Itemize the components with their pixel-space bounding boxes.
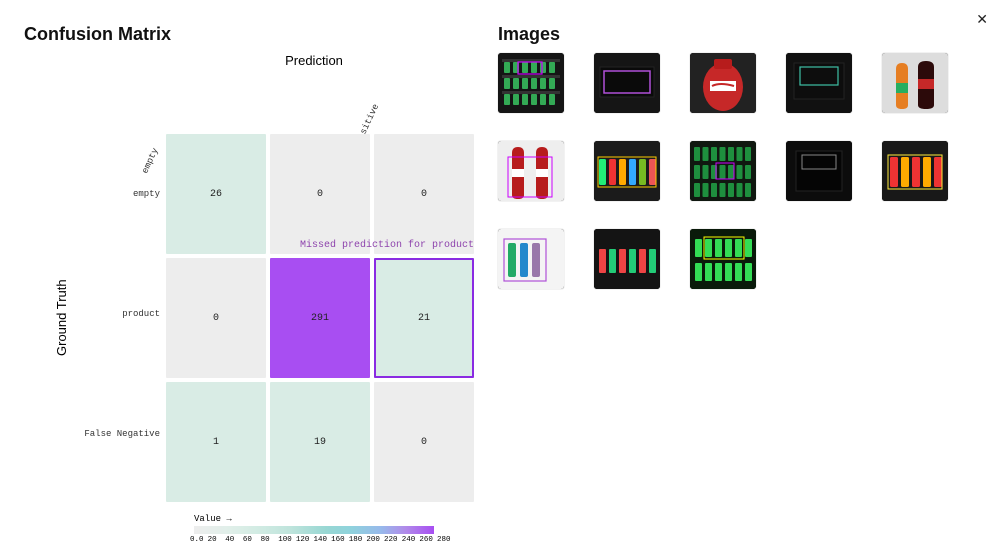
image-thumb[interactable]: [882, 141, 948, 201]
cm-column-headers: empty product False Positive: [174, 74, 474, 134]
legend-bar: [194, 526, 434, 534]
image-thumb[interactable]: [690, 229, 756, 289]
legend-tick: 280: [437, 536, 438, 544]
cm-grid: 2600029121Missed prediction for product1…: [166, 134, 474, 502]
prediction-axis-label: Prediction: [154, 53, 474, 68]
image-thumb[interactable]: [594, 141, 660, 201]
legend-tick: 80: [261, 536, 262, 544]
legend-tick: 120: [296, 536, 297, 544]
legend-tick: 260: [419, 536, 420, 544]
legend-tick: 0.0: [190, 536, 191, 544]
color-legend: Value → 0.020406080100120140160180200220…: [194, 514, 474, 544]
legend-title: Value →: [194, 514, 474, 524]
legend-tick: 40: [225, 536, 226, 544]
confusion-matrix: Prediction empty product False Positive …: [24, 53, 474, 544]
legend-tick: 100: [278, 536, 279, 544]
legend-tick: 60: [243, 536, 244, 544]
image-grid: [498, 53, 976, 289]
cm-cell[interactable]: 1: [166, 382, 266, 502]
image-thumb[interactable]: [690, 141, 756, 201]
cm-annotation: Missed prediction for product: [300, 240, 474, 251]
close-icon[interactable]: ✕: [976, 12, 988, 26]
image-thumb[interactable]: [498, 229, 564, 289]
image-thumb[interactable]: [594, 53, 660, 113]
main-layout: Confusion Matrix Prediction empty produc…: [0, 0, 1000, 549]
images-title: Images: [498, 24, 976, 45]
legend-tick: 220: [384, 536, 385, 544]
cm-row-headers: empty product False Negative: [74, 134, 166, 502]
legend-tick: 200: [366, 536, 367, 544]
legend-tick: 240: [402, 536, 403, 544]
confusion-matrix-panel: Confusion Matrix Prediction empty produc…: [24, 24, 474, 544]
cm-cell[interactable]: 0: [270, 134, 370, 254]
cm-cell[interactable]: 0: [166, 258, 266, 378]
image-thumb[interactable]: [786, 53, 852, 113]
cm-cell[interactable]: 291: [270, 258, 370, 378]
image-thumb[interactable]: [786, 141, 852, 201]
cm-row-header: product: [74, 254, 166, 374]
legend-tick: 20: [208, 536, 209, 544]
cm-row-header: False Negative: [74, 374, 166, 494]
image-thumb[interactable]: [498, 141, 564, 201]
legend-tick: 140: [313, 536, 314, 544]
cm-cell[interactable]: 21Missed prediction for product: [374, 258, 474, 378]
image-thumb[interactable]: [594, 229, 660, 289]
cm-cell[interactable]: 0: [374, 134, 474, 254]
image-thumb[interactable]: [690, 53, 756, 113]
image-thumb[interactable]: [498, 53, 564, 113]
legend-tick: 160: [331, 536, 332, 544]
images-panel: Images: [498, 24, 976, 544]
legend-ticks: 0.0 20 40 60 80 100 120 140 160 180 200 220 240 260 28…: [190, 536, 438, 544]
ground-truth-axis-label: Ground Truth: [54, 134, 70, 502]
legend-tick: 180: [349, 536, 350, 544]
cm-title: Confusion Matrix: [24, 24, 474, 45]
image-thumb[interactable]: [882, 53, 948, 113]
cm-cell[interactable]: 26: [166, 134, 266, 254]
cm-cell[interactable]: 19: [270, 382, 370, 502]
cm-cell[interactable]: 0: [374, 382, 474, 502]
cm-body: Ground Truth empty product False Negativ…: [54, 134, 474, 502]
